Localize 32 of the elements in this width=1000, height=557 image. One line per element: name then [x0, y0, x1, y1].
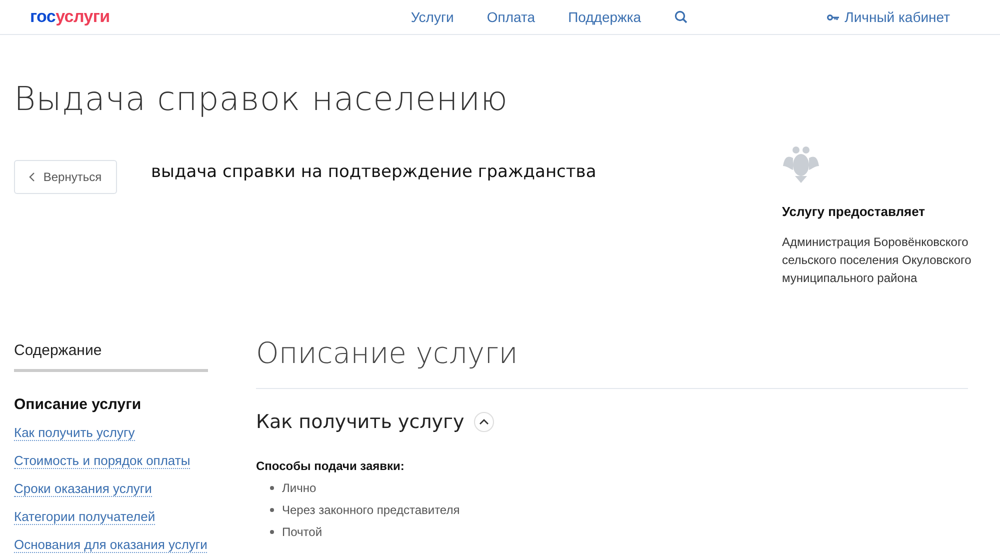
chevron-up-icon [479, 419, 490, 425]
service-name: выдача справки на подтверждение гражданства [151, 162, 598, 184]
toc-title: Содержание [14, 330, 208, 372]
logo[interactable]: госуслуги [30, 7, 110, 27]
section-title: Описание услуги [256, 336, 968, 389]
emblem-icon [782, 144, 820, 184]
page-title: Выдача справок населению [14, 79, 509, 118]
key-icon [826, 14, 839, 20]
bullet-icon [270, 530, 274, 534]
methods-label: Способы подачи заявки: [256, 459, 406, 473]
toc-link[interactable]: Стоимость и порядок оплаты [14, 453, 190, 469]
chevron-left-icon [29, 172, 36, 182]
bullet-icon [270, 486, 274, 490]
method-item: Через законного представителя [282, 503, 460, 517]
toc-link[interactable]: Описание услуги [14, 396, 142, 413]
subsection-title: Как получить услугу [256, 411, 464, 433]
collapse-button[interactable] [474, 412, 494, 432]
toc-link[interactable]: Как получить услугу [14, 425, 135, 441]
provider-heading: Услугу предоставляет [782, 204, 926, 219]
toc-link[interactable]: Сроки оказания услуги [14, 481, 152, 497]
toc-link[interactable]: Основания для оказания услуги [14, 537, 208, 553]
method-item: Почтой [282, 525, 322, 539]
provider-name: Администрация Боровёнковского сельского поселения Окуловского муниципального района [782, 234, 972, 287]
nav-link[interactable]: Услуги [410, 9, 454, 25]
back-button[interactable]: Вернуться [14, 160, 117, 194]
bullet-icon [270, 508, 274, 512]
method-item: Лично [282, 481, 316, 495]
nav-link[interactable]: Поддержка [568, 9, 642, 25]
search-icon[interactable] [674, 10, 688, 24]
account-link[interactable]: Личный кабинет [826, 9, 950, 25]
nav-link[interactable]: Оплата [486, 9, 536, 25]
toc-link[interactable]: Категории получателей [14, 509, 156, 525]
